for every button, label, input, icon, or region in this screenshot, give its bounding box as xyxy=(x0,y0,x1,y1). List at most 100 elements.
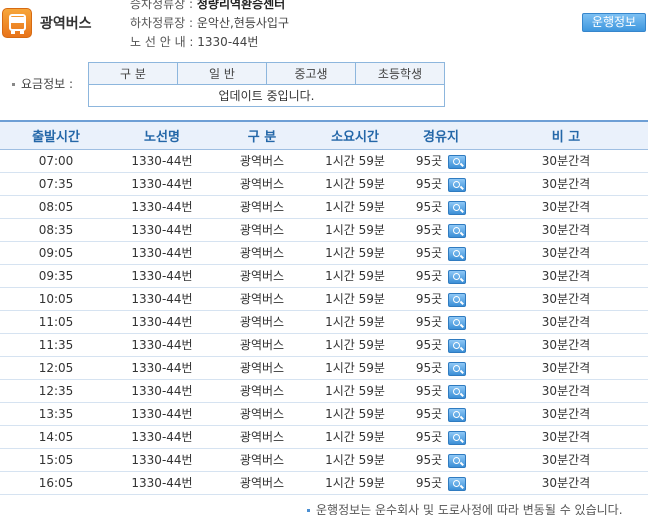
departure-time-cell: 08:05 xyxy=(0,195,112,219)
bus-icon xyxy=(2,8,32,38)
route-name-cell: 1330-44번 xyxy=(112,172,212,196)
search-icon[interactable] xyxy=(448,476,467,491)
departure-time-cell: 12:05 xyxy=(0,356,112,380)
stops-cell: 95곳 xyxy=(398,448,484,472)
fare-header-row: 구 분 일 반 중고생 초등학생 xyxy=(88,62,445,85)
stops-count: 95곳 xyxy=(415,154,443,168)
fare-header-category: 구 분 xyxy=(88,62,178,85)
stops-cell: 95곳 xyxy=(398,287,484,311)
stops-count: 95곳 xyxy=(415,384,443,398)
alighting-stop-value: 운악산,현등사입구 xyxy=(196,16,290,30)
category-cell: 광역버스 xyxy=(212,172,312,196)
table-row: 11:35 1330-44번 광역버스 1시간 59분 95곳 30분간격 xyxy=(0,333,648,357)
table-row: 14:05 1330-44번 광역버스 1시간 59분 95곳 30분간격 xyxy=(0,425,648,449)
search-icon[interactable] xyxy=(448,200,467,215)
fare-info-label: 요금정보 : xyxy=(12,75,73,92)
departure-time-cell: 07:35 xyxy=(0,172,112,196)
search-icon[interactable] xyxy=(448,292,467,307)
stops-count: 95곳 xyxy=(415,453,443,467)
note-cell: 30분간격 xyxy=(484,310,648,334)
stops-count: 95곳 xyxy=(415,430,443,444)
departure-time-cell: 11:35 xyxy=(0,333,112,357)
duration-cell: 1시간 59분 xyxy=(312,379,398,403)
stops-count: 95곳 xyxy=(415,269,443,283)
search-icon[interactable] xyxy=(448,361,467,376)
table-row: 09:05 1330-44번 광역버스 1시간 59분 95곳 30분간격 xyxy=(0,241,648,265)
note-cell: 30분간격 xyxy=(484,264,648,288)
duration-cell: 1시간 59분 xyxy=(312,287,398,311)
route-guide-line: 노 선 안 내 : 1330-44번 xyxy=(130,33,289,52)
search-icon[interactable] xyxy=(448,154,467,169)
note-cell: 30분간격 xyxy=(484,356,648,380)
category-cell: 광역버스 xyxy=(212,195,312,219)
search-icon[interactable] xyxy=(448,177,467,192)
route-name-cell: 1330-44번 xyxy=(112,425,212,449)
stops-cell: 95곳 xyxy=(398,425,484,449)
note-cell: 30분간격 xyxy=(484,448,648,472)
stops-cell: 95곳 xyxy=(398,471,484,495)
search-icon[interactable] xyxy=(448,269,467,284)
bullet-icon xyxy=(12,83,15,86)
stops-cell: 95곳 xyxy=(398,172,484,196)
search-icon[interactable] xyxy=(448,384,467,399)
header-note: 비 고 xyxy=(484,120,648,150)
stops-count: 95곳 xyxy=(415,223,443,237)
route-name-cell: 1330-44번 xyxy=(112,195,212,219)
search-icon[interactable] xyxy=(448,407,467,422)
note-cell: 30분간격 xyxy=(484,287,648,311)
category-cell: 광역버스 xyxy=(212,425,312,449)
duration-cell: 1시간 59분 xyxy=(312,402,398,426)
note-cell: 30분간격 xyxy=(484,425,648,449)
category-cell: 광역버스 xyxy=(212,379,312,403)
search-icon[interactable] xyxy=(448,246,467,261)
search-icon[interactable] xyxy=(448,453,467,468)
route-name-cell: 1330-44번 xyxy=(112,218,212,242)
category-cell: 광역버스 xyxy=(212,149,312,173)
stops-count: 95곳 xyxy=(415,315,443,329)
note-cell: 30분간격 xyxy=(484,379,648,403)
search-icon[interactable] xyxy=(448,223,467,238)
boarding-stop-label: 승차정류장 : xyxy=(130,0,197,11)
header-departure-time: 출발시간 xyxy=(0,120,112,150)
note-cell: 30분간격 xyxy=(484,195,648,219)
category-cell: 광역버스 xyxy=(212,287,312,311)
alighting-stop-label: 하차정류장 : xyxy=(130,16,197,30)
departure-time-cell: 10:05 xyxy=(0,287,112,311)
route-name-cell: 1330-44번 xyxy=(112,379,212,403)
note-cell: 30분간격 xyxy=(484,172,648,196)
note-cell: 30분간격 xyxy=(484,333,648,357)
stops-cell: 95곳 xyxy=(398,241,484,265)
category-cell: 광역버스 xyxy=(212,471,312,495)
search-icon[interactable] xyxy=(448,315,467,330)
stops-cell: 95곳 xyxy=(398,402,484,426)
header-stops: 경유지 xyxy=(398,120,484,150)
stops-cell: 95곳 xyxy=(398,333,484,357)
route-name-cell: 1330-44번 xyxy=(112,333,212,357)
stops-cell: 95곳 xyxy=(398,310,484,334)
departure-time-cell: 11:05 xyxy=(0,310,112,334)
fare-status: 업데이트 중입니다. xyxy=(88,84,445,107)
category-cell: 광역버스 xyxy=(212,241,312,265)
stops-count: 95곳 xyxy=(415,361,443,375)
operation-info-button[interactable]: 운행정보 xyxy=(582,13,646,32)
duration-cell: 1시간 59분 xyxy=(312,356,398,380)
note-cell: 30분간격 xyxy=(484,471,648,495)
schedule-header-row: 출발시간 노선명 구 분 소요시간 경유지 비 고 xyxy=(0,120,648,150)
route-name-cell: 1330-44번 xyxy=(112,264,212,288)
duration-cell: 1시간 59분 xyxy=(312,471,398,495)
search-icon[interactable] xyxy=(448,338,467,353)
search-icon[interactable] xyxy=(448,430,467,445)
route-name-cell: 1330-44번 xyxy=(112,149,212,173)
category-cell: 광역버스 xyxy=(212,264,312,288)
route-name-cell: 1330-44번 xyxy=(112,241,212,265)
header-duration: 소요시간 xyxy=(312,120,398,150)
fare-header-adult: 일 반 xyxy=(177,62,267,85)
duration-cell: 1시간 59분 xyxy=(312,333,398,357)
table-row: 09:35 1330-44번 광역버스 1시간 59분 95곳 30분간격 xyxy=(0,264,648,288)
stops-count: 95곳 xyxy=(415,407,443,421)
duration-cell: 1시간 59분 xyxy=(312,218,398,242)
route-name-cell: 1330-44번 xyxy=(112,310,212,334)
fare-header-student: 중고생 xyxy=(266,62,356,85)
stops-count: 95곳 xyxy=(415,246,443,260)
stops-cell: 95곳 xyxy=(398,195,484,219)
